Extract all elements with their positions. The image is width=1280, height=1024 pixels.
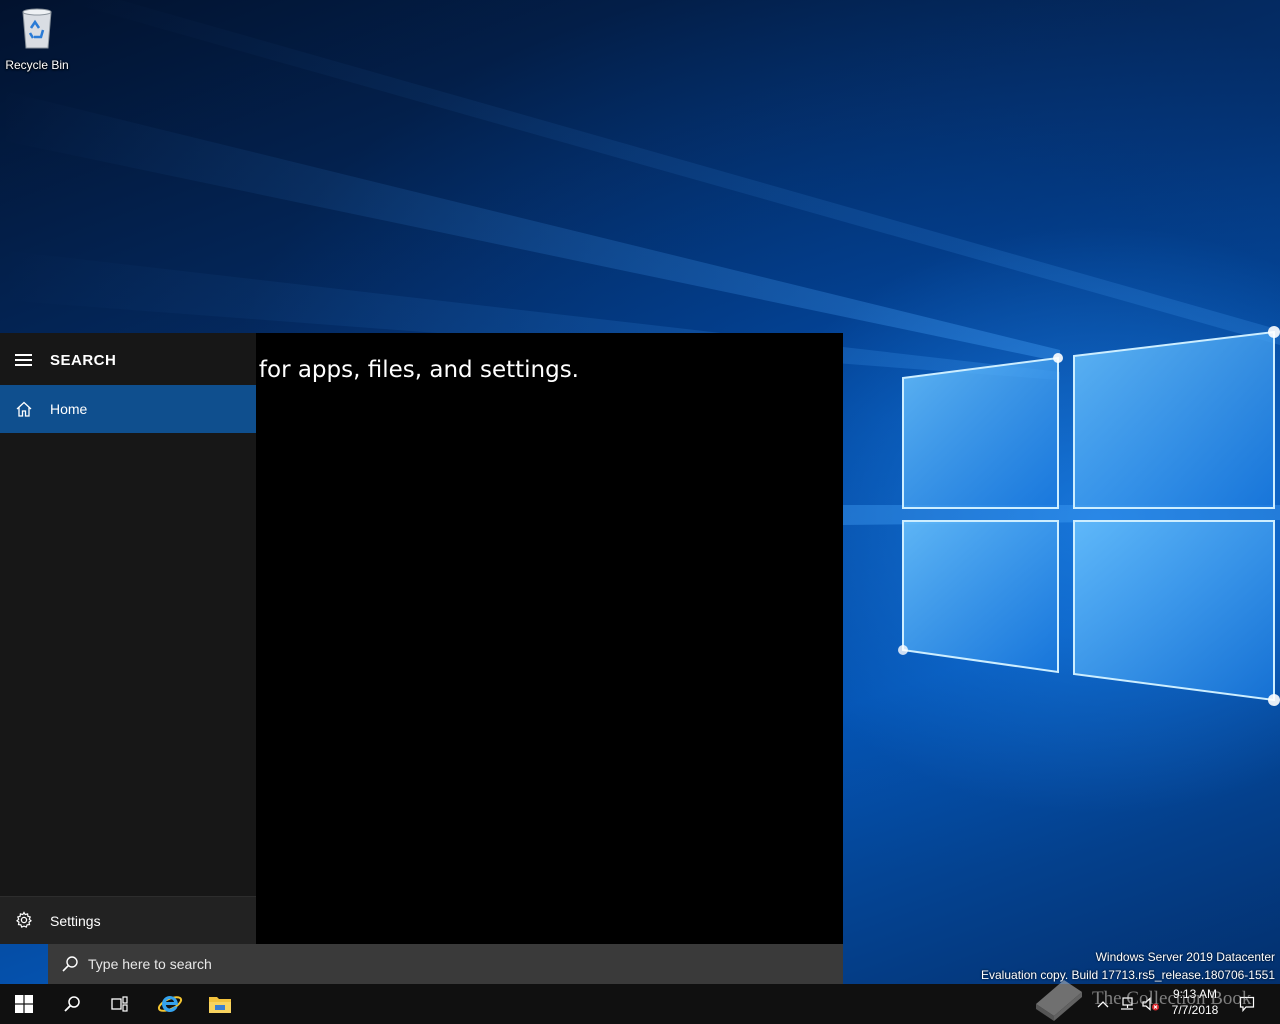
file-explorer-button[interactable] xyxy=(196,984,244,1024)
show-hidden-icons-button[interactable] xyxy=(1092,984,1114,1024)
task-view-icon xyxy=(111,996,128,1012)
taskbar-search-button[interactable] xyxy=(48,984,96,1024)
nav-header: SEARCH xyxy=(0,333,256,385)
clock-date: 7/7/2018 xyxy=(1171,1003,1219,1017)
search-hint-text: Search for apps, files, and settings. xyxy=(256,357,579,383)
search-nav-pane: SEARCH Home Settings xyxy=(0,333,256,944)
taskbar: 9:13 AM 7/7/2018 xyxy=(0,984,1280,1024)
nav-item-label: Settings xyxy=(50,913,101,929)
nav-item-home[interactable]: Home xyxy=(0,385,256,433)
desktop-icon-label: Recycle Bin xyxy=(5,58,69,72)
folder-icon xyxy=(209,997,231,1013)
home-icon xyxy=(16,401,32,417)
clock-time: 9:13 AM xyxy=(1172,987,1218,1001)
notification-icon xyxy=(1239,996,1255,1012)
gear-icon xyxy=(16,911,32,928)
nav-item-label: Home xyxy=(50,401,88,417)
search-icon xyxy=(64,996,80,1012)
os-build-watermark: Windows Server 2019 Datacenter Evaluatio… xyxy=(981,948,1275,984)
internet-explorer-icon xyxy=(157,996,183,1012)
taskbar-clock[interactable]: 9:13 AM 7/7/2018 xyxy=(1164,986,1226,1018)
search-flyout: Search for apps, files, and settings. SE… xyxy=(0,333,843,944)
windows-logo-icon xyxy=(15,995,33,1013)
internet-explorer-button[interactable] xyxy=(146,984,194,1024)
taskbar-search-box[interactable] xyxy=(48,944,843,984)
volume-tray-button[interactable] xyxy=(1140,984,1162,1024)
nav-title: SEARCH xyxy=(50,352,117,369)
action-center-button[interactable] xyxy=(1232,984,1262,1024)
network-icon xyxy=(1121,997,1133,1010)
desktop-icon-recycle-bin[interactable]: Recycle Bin xyxy=(4,6,70,72)
search-icon xyxy=(62,956,78,972)
watermark-edition: Windows Server 2019 Datacenter xyxy=(1095,950,1275,964)
task-view-button[interactable] xyxy=(96,984,144,1024)
volume-muted-icon xyxy=(1142,997,1159,1011)
search-hint: Search for apps, files, and settings. xyxy=(256,357,816,391)
network-tray-button[interactable] xyxy=(1116,984,1138,1024)
recycle-bin-icon xyxy=(22,8,52,49)
start-button[interactable] xyxy=(0,984,48,1024)
hamburger-menu-icon[interactable] xyxy=(15,354,32,366)
chevron-up-icon xyxy=(1097,1001,1109,1008)
nav-item-settings[interactable]: Settings xyxy=(0,896,256,944)
search-input[interactable] xyxy=(88,944,828,984)
watermark-build: Evaluation copy. Build 17713.rs5_release… xyxy=(981,968,1275,982)
